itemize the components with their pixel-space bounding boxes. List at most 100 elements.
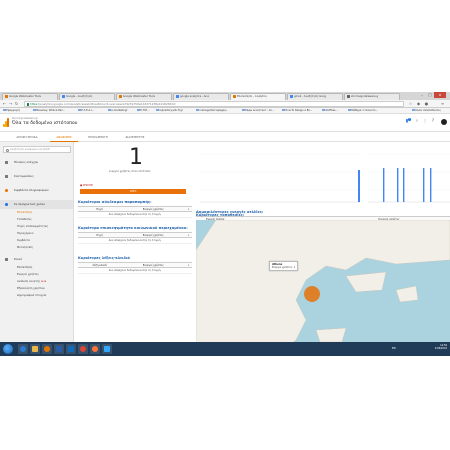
- taskbar-outlook-icon[interactable]: [66, 344, 76, 354]
- property-view-selector[interactable]: Όλα τα δεδομένα ιστότοπου: [12, 121, 77, 126]
- account-name[interactable]: stormsigndelaware.gr: [12, 117, 38, 120]
- taskbar-explorer-icon[interactable]: [30, 344, 40, 354]
- bookmark-label: stuffCas...: [325, 109, 338, 112]
- analytics-logo-icon: [3, 118, 9, 127]
- back-icon[interactable]: ←: [2, 101, 7, 106]
- browser-tab[interactable]: stormsigndelaware.g: [344, 93, 400, 100]
- extension-icon[interactable]: ◆: [416, 101, 421, 106]
- sidebar-sub-overview[interactable]: Επισκόπηση: [0, 210, 73, 217]
- taskbar-word-icon[interactable]: [54, 344, 64, 354]
- sidebar-sub-label: Ανάλυση κοορτής: [17, 280, 41, 283]
- avatar[interactable]: [441, 119, 447, 125]
- sidebar-sub-traffic-sources[interactable]: Πηγές επισκεψιμότητας: [0, 224, 73, 231]
- tooltip-value: Ενεργοί χρήστες: 1: [272, 266, 296, 269]
- tab-admin[interactable]: ΔΙΑΧΕΙΡΙΣΤΗΣ: [118, 132, 152, 142]
- tab-label: Google - Αναζήτηση: [66, 95, 93, 98]
- clock-date: 23/8/2016: [434, 347, 447, 351]
- more-options-icon[interactable]: ⋮: [422, 119, 428, 125]
- url-input[interactable]: https://analytics.google.com/analytics/w…: [24, 101, 404, 107]
- bookmark-label: Beverley, Wills & Pax...: [36, 109, 66, 112]
- person-icon: [5, 258, 9, 262]
- locations-map[interactable]: [196, 220, 450, 356]
- sidebar-sub-user-explorer[interactable]: Εξερεύνηση χρηστών: [0, 286, 73, 293]
- keywords-card: Κυριότερες λέξεις-κλειδιά Λέξη-κλειδί Ενε…: [78, 256, 192, 275]
- active-users-caption: ενεργοί χρήστες στον ιστότοπο: [109, 170, 151, 173]
- main-nav-tabs: ΑΡΧΙΚΗ ΣΕΛΙΔΑ ΑΝΑΦΟΡΕΣ ΠΡΟΣΑΡΜΟΓΗ ΔΙΑΧΕΙ…: [0, 132, 450, 142]
- map-tooltip: Athens Ενεργοί χρήστες: 1: [269, 261, 299, 271]
- system-clock[interactable]: 14:59 23/8/2016: [435, 344, 447, 351]
- minimize-icon[interactable]: –: [418, 92, 426, 98]
- tab-customization[interactable]: ΠΡΟΣΑΡΜΟΓΗ: [82, 132, 114, 142]
- apps-grid-icon[interactable]: ⁞: [414, 119, 420, 125]
- browser-tab[interactable]: google analytics - Anα: [173, 93, 229, 100]
- tab-label: stormsigndelaware.g: [351, 95, 379, 98]
- tab-favicon-icon: [233, 94, 236, 98]
- notification-badge: 1: [408, 118, 411, 121]
- sidebar-sub-conversions[interactable]: Μετατροπές: [0, 245, 73, 252]
- location-bubble: [304, 286, 320, 302]
- sidebar-item-label: Πίνακες ελέγχου: [14, 160, 39, 164]
- close-icon[interactable]: ×: [434, 92, 446, 98]
- sidebar-item-intelligence-events[interactable]: Συμβάντα πληροφοριών: [0, 186, 73, 195]
- tab-favicon-icon: [290, 94, 293, 98]
- start-button-icon[interactable]: [3, 344, 13, 354]
- url-scheme: https://: [30, 102, 41, 106]
- reload-icon[interactable]: ↻: [14, 101, 19, 106]
- screen: Google Webmaster Tools Google - Αναζήτησ…: [0, 92, 450, 356]
- taskbar-chrome-icon[interactable]: [78, 344, 88, 354]
- tab-home[interactable]: ΑΡΧΙΚΗ ΣΕΛΙΔΑ: [8, 132, 46, 142]
- maximize-icon[interactable]: □: [426, 92, 434, 98]
- star-icon[interactable]: ☆: [408, 101, 413, 106]
- browser-tabbar: Google Webmaster Tools Google - Αναζήτησ…: [0, 92, 450, 100]
- sidebar-sub-locations[interactable]: Τοποθεσίες: [0, 217, 73, 224]
- top-referrals-title: Κυριότεροι σύνδεσμοι παραπομπής:: [78, 200, 152, 204]
- bookmark-label: Ε.Λ.Ε.Α.Ι...: [81, 109, 95, 112]
- taskbar-photoshop-icon[interactable]: [102, 344, 112, 354]
- browser-tab[interactable]: Google Webmaster Tools: [116, 93, 172, 100]
- sidebar-sub-cohort[interactable]: Ανάλυση κοορτής BETA: [0, 279, 73, 286]
- sidebar-sub-active-users[interactable]: Ενεργοί χρήστες: [0, 272, 73, 279]
- bookmark-label: How To Design a Bo...: [285, 109, 313, 112]
- top-referrals-table: Πηγή Ενεργοί χρήστες ▾ Δεν υπάρχουν δεδομέ…: [78, 205, 192, 219]
- sidebar: Αναζήτηση αναφορών και βοήθ Πίνακες ελέγ…: [0, 142, 74, 356]
- chart-bar: [430, 168, 432, 202]
- forward-icon[interactable]: →: [8, 101, 13, 106]
- url-text: analytics.google.com/analytics/web/#real…: [40, 102, 176, 106]
- active-users-count: 1: [129, 145, 143, 170]
- beta-badge: BETA: [41, 281, 47, 283]
- sidebar-sub-demographics[interactable]: Δημογραφικά στοιχεία: [0, 293, 73, 300]
- sidebar-item-realtime[interactable]: Σε πραγματικό χρόνο: [0, 200, 73, 209]
- browser-tab-active[interactable]: Επισκόπηση - Analytics: [230, 93, 286, 100]
- locations-title-wrap: Κυριότερες τοποθεσίες:: [196, 213, 450, 217]
- sidebar-sub-content[interactable]: Περιεχόμενο: [0, 231, 73, 238]
- sidebar-sub-events[interactable]: Συμβάντα: [0, 238, 73, 245]
- keywords-title: Κυριότερες λέξεις-κλειδιά: [78, 256, 130, 260]
- dashboard-icon: [5, 161, 9, 165]
- report-search-input[interactable]: Αναζήτηση αναφορών και βοήθ: [3, 146, 71, 153]
- bookmark-label: Рады ассистент - Со...: [245, 109, 275, 112]
- sidebar-item-audience[interactable]: Κοινό: [0, 255, 73, 264]
- bookmark-label: onlinegolder lepageq...: [199, 109, 229, 112]
- sidebar-item-shortcuts[interactable]: Συντομεύσεις: [0, 172, 73, 181]
- social-traffic-card: Κυριότερα επισκεψιμότητα κοινωνικού περι…: [78, 226, 192, 245]
- taskbar-ie-icon[interactable]: [18, 344, 28, 354]
- language-indicator[interactable]: EN: [392, 347, 396, 350]
- empty-message: Δεν υπάρχουν δεδομένα αυτήν τη στιγμή.: [78, 267, 192, 275]
- chart-bar: [383, 168, 385, 202]
- help-icon[interactable]: ?: [430, 119, 436, 125]
- taskbar-media-icon[interactable]: [42, 344, 52, 354]
- extension-icon[interactable]: ●: [424, 101, 429, 106]
- sidebar-sub-audience-overview[interactable]: Επισκόπηση: [0, 265, 73, 272]
- browser-tab[interactable]: gmail - Αναζήτηση Goog: [287, 93, 343, 100]
- sidebar-item-label: Σε πραγματικό χρόνο: [14, 202, 46, 206]
- taskbar-firefox-icon[interactable]: [90, 344, 100, 354]
- menu-icon[interactable]: ≡: [440, 101, 445, 106]
- tab-reports[interactable]: ΑΝΑΦΟΡΕΣ: [50, 132, 78, 142]
- browser-tab[interactable]: Google - Αναζήτηση: [59, 93, 115, 100]
- sidebar-item-dashboards[interactable]: Πίνακες ελέγχου: [0, 158, 73, 167]
- empty-message: Δεν υπάρχουν δεδομένα αυτήν τη στιγμή.: [78, 237, 192, 245]
- tab-label: Επισκόπηση - Analytics: [237, 95, 267, 98]
- island-shape: [345, 271, 387, 293]
- browser-tab[interactable]: Google Webmaster Tools: [2, 93, 58, 100]
- chart-bar: [403, 168, 405, 202]
